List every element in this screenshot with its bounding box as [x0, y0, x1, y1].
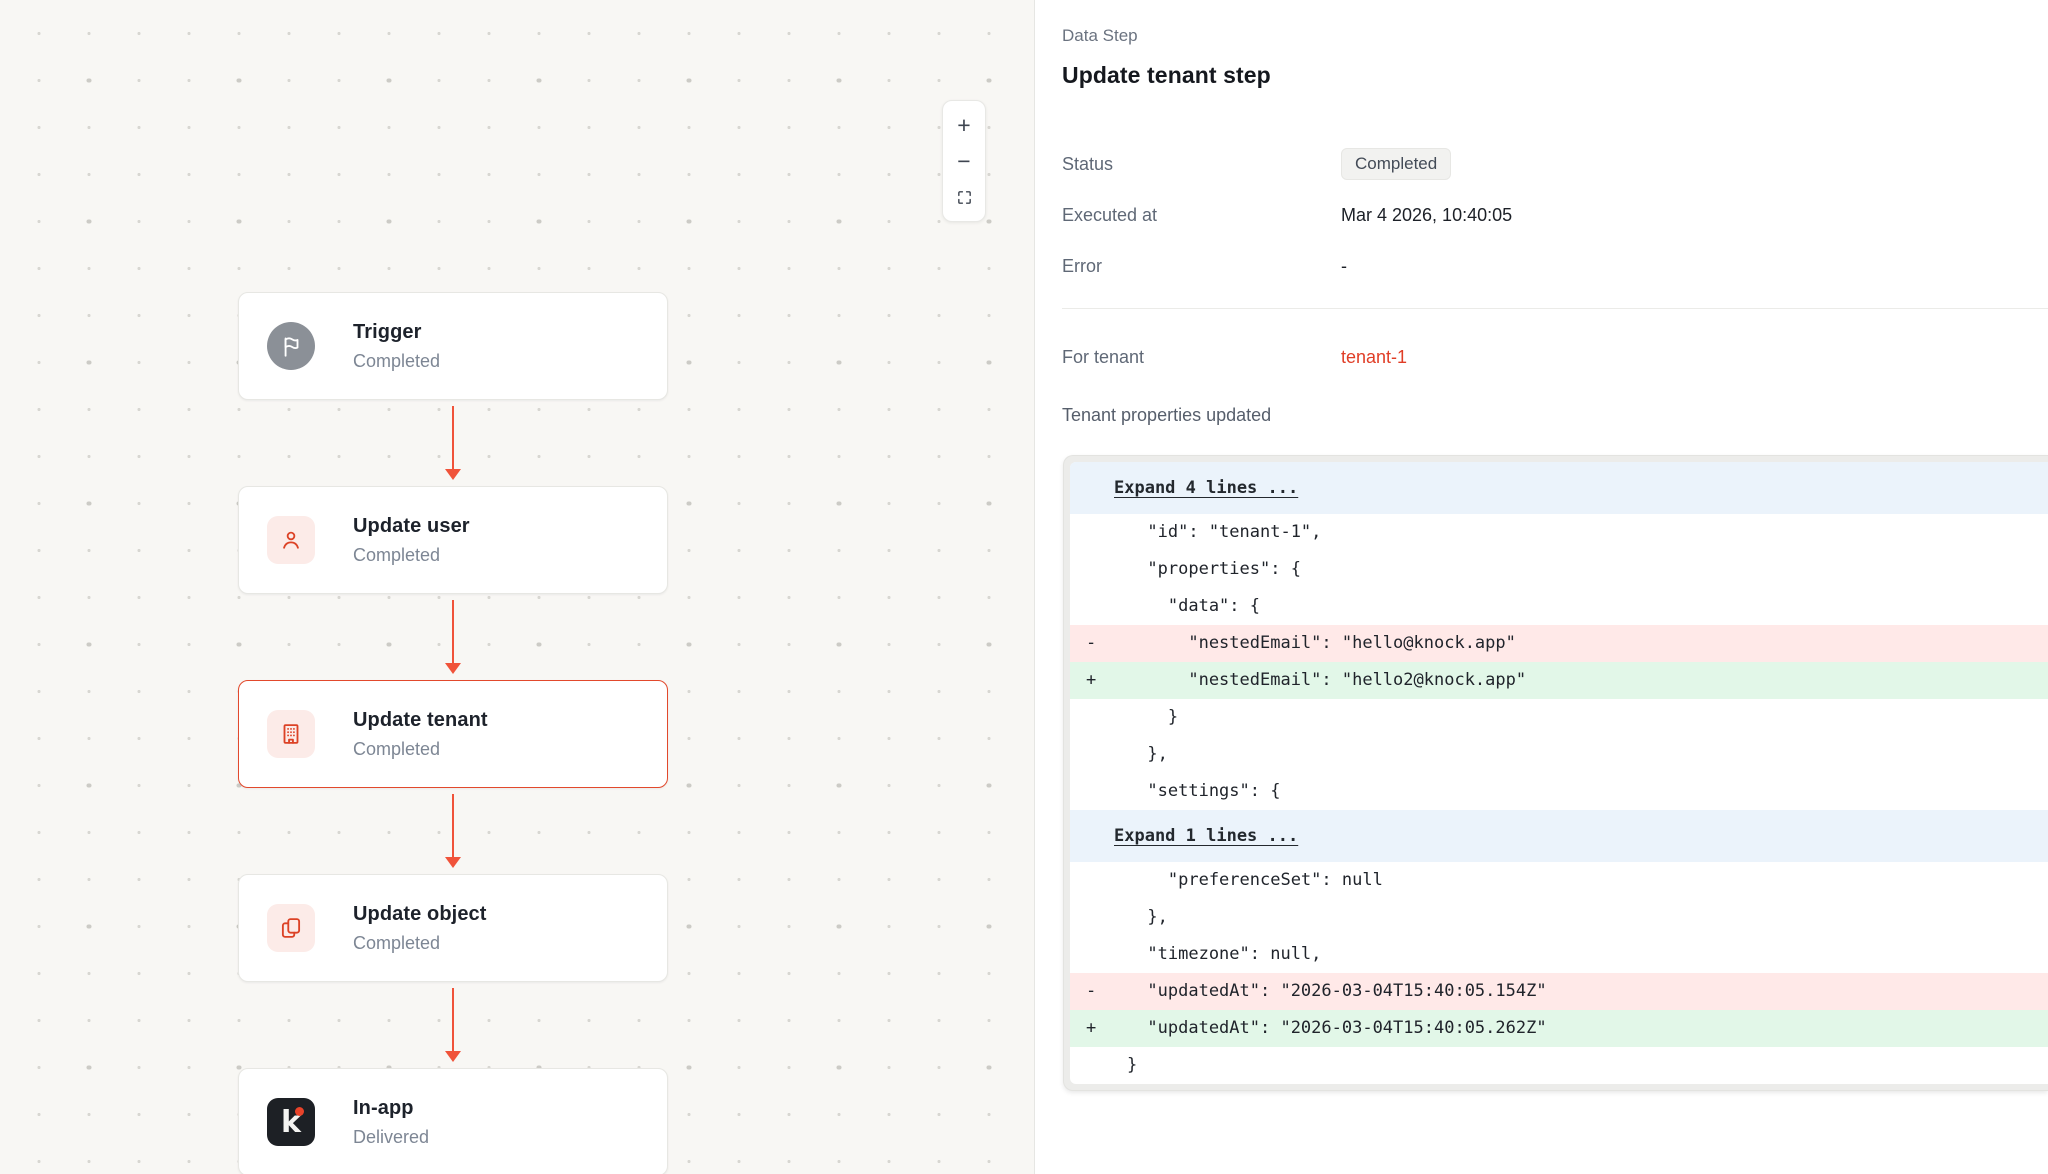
copy-icon-tile: [267, 904, 315, 952]
trigger-icon-tile: [267, 322, 315, 370]
field-value: -: [1341, 256, 1347, 277]
node-text: Trigger Completed: [353, 321, 440, 372]
node-title: Update tenant: [353, 709, 488, 732]
expand-lines-link[interactable]: Expand 1 lines ...: [1070, 810, 2048, 862]
field-label: Status: [1062, 154, 1341, 175]
tenant-diff-container: Expand 4 lines ... "id": "tenant-1", "pr…: [1063, 455, 2048, 1091]
tenant-link[interactable]: tenant-1: [1341, 347, 1407, 368]
fit-view-button[interactable]: [948, 182, 980, 212]
diff-context-line: },: [1070, 899, 2048, 936]
copy-pages-icon: [278, 915, 304, 941]
arrowhead-icon: [445, 663, 461, 674]
workflow-canvas[interactable]: + − Trigger Completed Update user Completed…: [0, 0, 1035, 1174]
node-status: Completed: [353, 933, 487, 954]
diff-context-line: "timezone": null,: [1070, 936, 2048, 973]
workflow-node-trigger[interactable]: Trigger Completed: [238, 292, 668, 400]
workflow-node-in-app[interactable]: k In-app Delivered: [238, 1068, 668, 1174]
diff-context-line: }: [1070, 699, 2048, 736]
edge-arrow: [443, 600, 463, 674]
edge-arrow: [443, 406, 463, 480]
node-text: In-app Delivered: [353, 1097, 429, 1148]
expand-lines-link[interactable]: Expand 4 lines ...: [1070, 462, 2048, 514]
fit-view-icon: [956, 189, 973, 206]
node-title: In-app: [353, 1097, 429, 1120]
json-diff-viewer: Expand 4 lines ... "id": "tenant-1", "pr…: [1070, 462, 2048, 1084]
workflow-node-update-tenant[interactable]: Update tenant Completed: [238, 680, 668, 788]
building-icon: [278, 721, 304, 747]
zoom-out-button[interactable]: −: [948, 146, 980, 176]
arrowhead-icon: [445, 469, 461, 480]
diff-deletion-line: - "updatedAt": "2026-03-04T15:40:05.154Z…: [1070, 973, 2048, 1010]
node-status: Delivered: [353, 1127, 429, 1148]
diff-deletion-line: - "nestedEmail": "hello@knock.app": [1070, 625, 2048, 662]
section-divider: [1062, 308, 2048, 309]
field-row-status: StatusCompleted: [1062, 149, 2048, 179]
zoom-in-button[interactable]: +: [948, 110, 980, 140]
node-title: Update object: [353, 903, 487, 926]
user-icon-tile: [267, 516, 315, 564]
step-meta-fields: StatusCompleted Executed atMar 4 2026, 10…: [1062, 149, 2048, 281]
field-value: Mar 4 2026, 10:40:05: [1341, 205, 1512, 226]
expand-label: Expand 1 lines ...: [1114, 826, 1298, 846]
knock-logo-icon: k: [267, 1098, 315, 1146]
node-status: Completed: [353, 739, 488, 760]
node-title: Update user: [353, 515, 470, 538]
expand-label: Expand 4 lines ...: [1114, 478, 1298, 498]
canvas-zoom-controls: + −: [942, 100, 986, 222]
diff-addition-line: + "updatedAt": "2026-03-04T15:40:05.262Z…: [1070, 1010, 2048, 1047]
edge-arrow: [443, 988, 463, 1062]
diff-context-line: "settings": {: [1070, 773, 2048, 810]
step-details-panel: Data Step Update tenant step StatusCompl…: [1035, 0, 2048, 1174]
workflow-node-update-user[interactable]: Update user Completed: [238, 486, 668, 594]
diff-addition-line: + "nestedEmail": "hello2@knock.app": [1070, 662, 2048, 699]
diff-context-line: }: [1070, 1047, 2048, 1084]
diff-context-line: "properties": {: [1070, 551, 2048, 588]
field-row-error: Error-: [1062, 251, 2048, 281]
field-row-executed-at: Executed atMar 4 2026, 10:40:05: [1062, 200, 2048, 230]
diff-heading: Tenant properties updated: [1062, 405, 2048, 426]
page-title: Update tenant step: [1062, 62, 2048, 89]
field-label: Error: [1062, 256, 1341, 277]
field-label: Executed at: [1062, 205, 1341, 226]
diff-context-line: "id": "tenant-1",: [1070, 514, 2048, 551]
node-status: Completed: [353, 351, 440, 372]
diff-context-line: "data": {: [1070, 588, 2048, 625]
for-tenant-row: For tenant tenant-1: [1062, 347, 2048, 368]
diff-context-line: "preferenceSet": null: [1070, 862, 2048, 899]
arrowhead-icon: [445, 857, 461, 868]
arrowhead-icon: [445, 1051, 461, 1062]
status-badge: Completed: [1341, 148, 1451, 180]
workflow-node-update-object[interactable]: Update object Completed: [238, 874, 668, 982]
node-status: Completed: [353, 545, 470, 566]
flag-icon: [278, 333, 304, 359]
building-icon-tile: [267, 710, 315, 758]
node-text: Update tenant Completed: [353, 709, 488, 760]
node-text: Update object Completed: [353, 903, 487, 954]
edge-arrow: [443, 794, 463, 868]
user-icon: [278, 527, 304, 553]
node-title: Trigger: [353, 321, 440, 344]
for-tenant-label: For tenant: [1062, 347, 1341, 368]
step-type-label: Data Step: [1062, 26, 2048, 46]
knock-dot: [295, 1107, 304, 1116]
workflow-debugger: + − Trigger Completed Update user Completed…: [0, 0, 2048, 1174]
diff-context-line: },: [1070, 736, 2048, 773]
node-text: Update user Completed: [353, 515, 470, 566]
